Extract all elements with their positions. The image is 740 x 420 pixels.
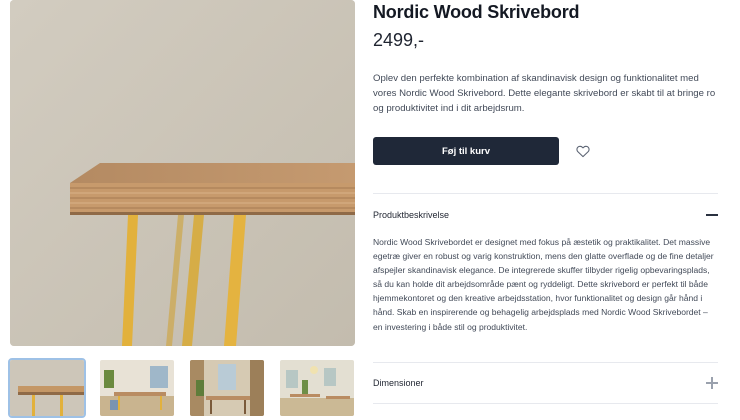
desk-closeup-thumb	[10, 360, 84, 416]
desk-closeup-photo	[10, 0, 355, 346]
minus-icon[interactable]	[706, 209, 718, 221]
thumbnail-strip	[8, 358, 358, 418]
product-lead: Oplev den perfekte kombination af skandi…	[373, 73, 716, 114]
add-to-cart-button[interactable]: Føj til kurv	[373, 137, 559, 165]
accordion-dimensions-header[interactable]: Dimensioner	[373, 372, 718, 394]
cafe-room-thumb	[280, 360, 354, 416]
heart-icon[interactable]	[575, 143, 591, 159]
accordion-dimensions-title: Dimensioner	[373, 378, 424, 388]
thumbnail-3[interactable]	[188, 358, 266, 418]
product-gallery	[0, 0, 360, 420]
dining-room-thumb	[190, 360, 264, 416]
thumbnail-4[interactable]	[278, 358, 356, 418]
accordion-description-body: Nordic Wood Skrivebordet er designet med…	[373, 237, 714, 332]
divider	[373, 193, 718, 194]
accordion-description-title: Produktbeskrivelse	[373, 210, 450, 220]
main-product-image	[10, 0, 355, 346]
thumbnail-2[interactable]	[98, 358, 176, 418]
divider	[373, 362, 718, 363]
divider	[373, 403, 718, 404]
product-price: 2499,-	[373, 30, 425, 50]
plus-icon[interactable]	[706, 377, 718, 389]
product-info: Nordic Wood Skrivebord 2499,- Oplev den …	[373, 0, 718, 420]
accordion-description-header[interactable]: Produktbeskrivelse	[373, 204, 718, 226]
room-window-thumb	[100, 360, 174, 416]
product-title: Nordic Wood Skrivebord	[373, 2, 580, 22]
thumbnail-1[interactable]	[8, 358, 86, 418]
